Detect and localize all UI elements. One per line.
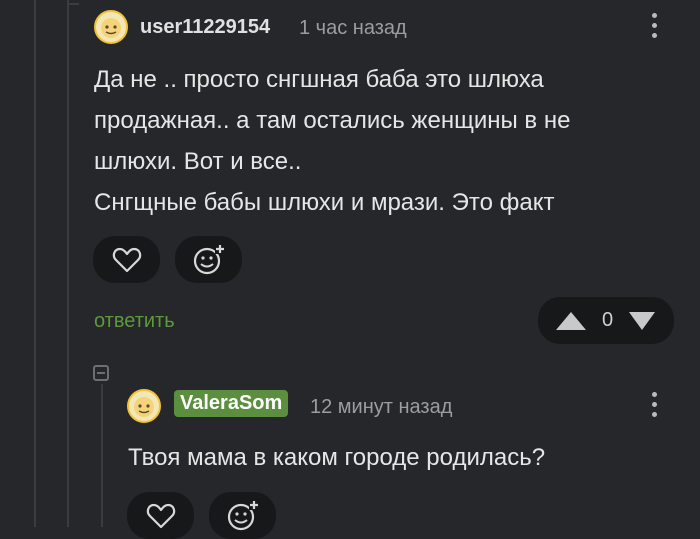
heart-icon [146,503,175,528]
username[interactable]: user11229154 [140,16,270,39]
reply-link[interactable]: ответить [94,310,175,333]
add-emoji-icon [193,243,225,274]
vertical-dots-icon[interactable] [648,392,660,422]
rating-count: 0 [602,309,614,331]
comment-text-line: продажная.. а там остались женщины в не [94,107,571,134]
thread-line-tick [67,3,79,5]
comment-text: Твоя мама в каком городе родилась? [128,444,546,471]
rating-control: 0 [538,297,674,344]
collapse-icon[interactable] [93,365,109,381]
comment-time: 12 минут назад [310,396,453,418]
comment-time: 1 час назад [299,17,407,39]
avatar[interactable] [127,389,161,423]
thread-line-inner [67,0,69,527]
heart-icon [112,247,141,272]
like-button[interactable] [127,492,194,539]
upvote-icon[interactable] [554,310,588,332]
comment-text-line: шлюхи. Вот и все.. [94,148,302,175]
add-reaction-button[interactable] [175,236,242,283]
thread-line-left [34,0,36,527]
comment-text-line: Снгщные бабы шлюхи и мрази. Это факт [94,189,555,216]
vertical-dots-icon[interactable] [648,13,660,43]
add-emoji-icon [227,499,259,530]
comment-text-line: Да не .. просто снгшная баба это шлюха [94,66,544,93]
downvote-icon[interactable] [627,310,657,332]
like-button[interactable] [93,236,160,283]
thread-line-reply [101,384,103,527]
add-reaction-button[interactable] [209,492,276,539]
username-badge[interactable]: ValeraSom [174,390,289,417]
avatar[interactable] [94,10,128,44]
